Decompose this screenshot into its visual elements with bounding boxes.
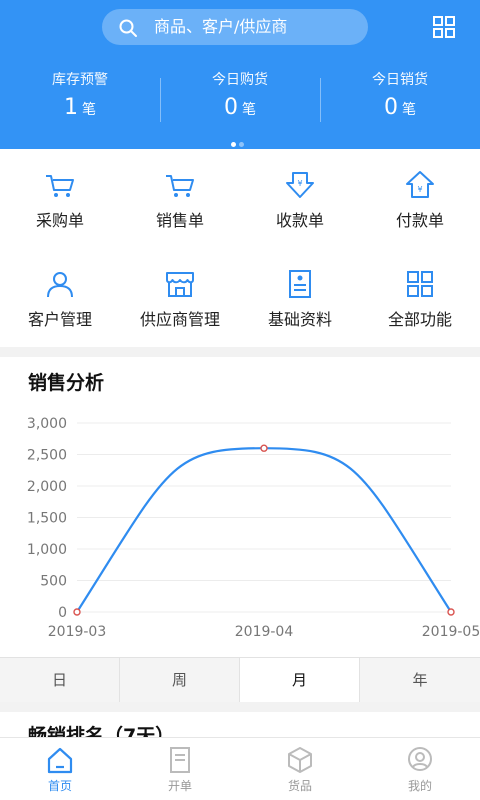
- box-icon: [288, 747, 312, 773]
- data-point: [260, 444, 268, 452]
- y-tick-label: 0: [58, 605, 67, 621]
- nav-home[interactable]: 首页: [0, 738, 120, 800]
- x-tick-label: 2019-05: [422, 624, 480, 640]
- search-placeholder: 商品、客户/供应商: [154, 17, 288, 36]
- nav-label: 首页: [47, 779, 72, 793]
- stat-value: 0: [224, 95, 238, 120]
- store-icon: [166, 272, 194, 297]
- page-dot-active: [231, 142, 236, 147]
- stat-unit: 笔: [242, 102, 256, 118]
- nav-goods[interactable]: 货品: [240, 738, 360, 800]
- pay-money-icon: ¥: [406, 171, 434, 198]
- cart-icon: [166, 175, 194, 197]
- sales-title: 销售分析: [28, 372, 105, 394]
- menu-customer-management[interactable]: 客户管理: [0, 248, 120, 347]
- menu-payment[interactable]: ¥ 付款单: [360, 149, 480, 248]
- svg-text:¥: ¥: [297, 179, 302, 188]
- nav-label: 开单: [167, 779, 192, 793]
- order-icon: [170, 747, 190, 773]
- tab-year[interactable]: 年: [360, 658, 480, 702]
- menu-label: 销售单: [155, 211, 204, 230]
- series-line: [76, 447, 452, 613]
- menu-label: 客户管理: [27, 310, 92, 329]
- tab-month[interactable]: 月: [240, 658, 360, 702]
- tab-week[interactable]: 周: [120, 658, 240, 702]
- period-tabs: 日 周 月 年: [0, 657, 480, 702]
- page-indicator: [231, 132, 247, 147]
- nav-create-order[interactable]: 开单: [120, 738, 240, 800]
- y-tick-label: 1,000: [27, 542, 67, 558]
- menu-sales-order[interactable]: 销售单: [120, 149, 240, 248]
- menu-basic-data[interactable]: 基础资料: [240, 248, 360, 347]
- cart-icon: [46, 175, 74, 197]
- menu-receipt[interactable]: ¥ 收款单: [240, 149, 360, 248]
- menu-label: 收款单: [275, 211, 324, 230]
- function-menu: 采购单 销售单 ¥ 收款单 ¥ 付款单 客户管理 供应商管理 基础资料 全部功能: [0, 149, 480, 347]
- y-tick-label: 3,000: [27, 416, 67, 432]
- stat-today-purchase[interactable]: 今日购货 0笔: [160, 60, 320, 132]
- stat-value: 0: [384, 95, 398, 120]
- menu-label: 基础资料: [267, 310, 332, 329]
- sales-analysis-card: 销售分析 0 500 1,000 1,500 2,000 2,500 3,000 2019-0…: [0, 357, 480, 702]
- customer-icon: [47, 272, 73, 298]
- data-point: [73, 608, 81, 616]
- profile-icon: [408, 747, 432, 771]
- sales-line-chart: 0 500 1,000 1,500 2,000 2,500 3,000 2019-03 2019…: [27, 416, 480, 640]
- search-icon: [119, 19, 137, 37]
- header: 商品、客户/供应商 库存预警 1笔 今日购货 0笔 今日销货 0笔: [0, 0, 480, 149]
- y-tick-label: 2,000: [27, 479, 67, 495]
- tab-day[interactable]: 日: [0, 658, 120, 702]
- y-tick-label: 2,500: [27, 448, 67, 464]
- x-tick-label: 2019-03: [48, 624, 107, 640]
- menu-label: 付款单: [395, 211, 444, 230]
- nav-label: 货品: [287, 779, 312, 793]
- menu-all-functions[interactable]: 全部功能: [360, 248, 480, 347]
- x-tick-label: 2019-04: [235, 624, 294, 640]
- data-point: [447, 608, 455, 616]
- receive-money-icon: ¥: [286, 172, 314, 198]
- menu-label: 全部功能: [387, 310, 452, 329]
- document-icon: [289, 270, 311, 298]
- bottom-nav: 首页 开单 货品 我的: [0, 737, 480, 800]
- y-tick-label: 1,500: [27, 511, 67, 527]
- apps-grid-icon[interactable]: [432, 15, 456, 39]
- grid-icon: [407, 271, 433, 297]
- home-icon: [47, 747, 73, 774]
- y-tick-label: 500: [40, 574, 67, 590]
- stat-unit: 笔: [82, 102, 96, 118]
- menu-label: 供应商管理: [139, 310, 220, 329]
- svg-text:¥: ¥: [417, 185, 422, 194]
- stat-today-sales[interactable]: 今日销货 0笔: [320, 60, 480, 132]
- menu-supplier-management[interactable]: 供应商管理: [120, 248, 240, 347]
- stat-label: 今日购货: [212, 72, 268, 88]
- stat-value: 1: [64, 95, 78, 120]
- menu-purchase-order[interactable]: 采购单: [0, 149, 120, 248]
- stat-inventory-warning[interactable]: 库存预警 1笔: [0, 60, 160, 132]
- nav-mine[interactable]: 我的: [360, 738, 480, 800]
- nav-label: 我的: [407, 779, 432, 793]
- stats-row: 库存预警 1笔 今日购货 0笔 今日销货 0笔: [0, 60, 480, 132]
- stat-unit: 笔: [402, 102, 416, 118]
- page-dot: [239, 142, 244, 147]
- stat-label: 今日销货: [372, 72, 428, 88]
- search-bar[interactable]: 商品、客户/供应商: [102, 9, 368, 45]
- stat-label: 库存预警: [52, 72, 108, 88]
- menu-label: 采购单: [35, 211, 84, 230]
